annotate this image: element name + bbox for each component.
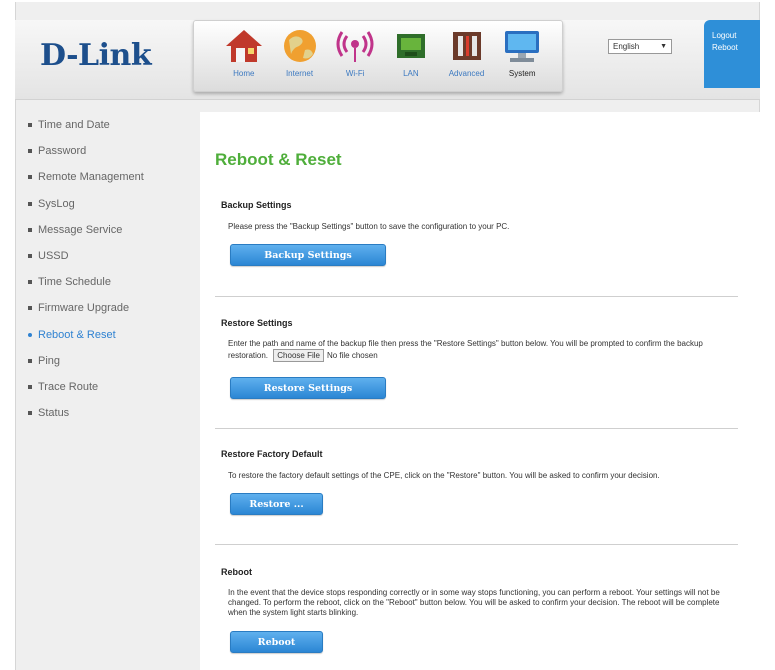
bullet-icon [28, 332, 32, 337]
bullet-icon [28, 254, 32, 259]
chevron-down-icon: ▼ [660, 43, 667, 50]
language-selected-value: English [613, 42, 640, 51]
toolbar-advanced-label: Advanced [448, 69, 485, 78]
choose-file-button[interactable]: Choose File [273, 349, 324, 362]
bullet-icon [28, 123, 32, 128]
sidebar-item-remote-management[interactable]: Remote Management [28, 164, 178, 190]
sidebar-item-label: Ping [38, 354, 61, 367]
divider [215, 544, 738, 545]
sidebar-item-label: USSD [38, 250, 69, 263]
sidebar-item-label: Message Service [38, 223, 123, 236]
lan-icon [389, 27, 433, 65]
dlink-logo: D-Link [40, 38, 152, 73]
computer-icon [500, 27, 544, 65]
toolbar-lan-label: LAN [403, 69, 419, 78]
sidebar-item-label: Remote Management [38, 171, 144, 184]
reboot-text: In the event that the device stops respo… [228, 588, 720, 617]
sidebar-item-label: Password [38, 145, 87, 158]
sidebar-item-message-service[interactable]: Message Service [28, 217, 178, 243]
sidebar-item-ping[interactable]: Ping [28, 348, 178, 374]
reboot-button[interactable]: Reboot [230, 631, 323, 653]
restore-factory-default-text: To restore the factory default settings … [228, 471, 660, 480]
toolbar-advanced-button[interactable]: Advanced [441, 27, 493, 91]
divider [215, 428, 738, 429]
restore-factory-button[interactable]: Restore ... [230, 493, 323, 515]
main-content: Reboot & Reset Backup Settings Please pr… [200, 112, 760, 670]
no-file-chosen-text: No file chosen [326, 351, 378, 360]
sidebar-item-syslog[interactable]: SysLog [28, 191, 178, 217]
bullet-icon [28, 175, 32, 180]
sidebar-item-password[interactable]: Password [28, 138, 178, 164]
restore-settings-button[interactable]: Restore Settings [230, 377, 386, 399]
sidebar-item-reboot-reset[interactable]: Reboot & Reset [28, 322, 178, 348]
sidebar-item-label: Status [38, 407, 70, 420]
language-select[interactable]: English ▼ [608, 39, 672, 54]
tools-icon [445, 27, 489, 65]
sidebar-item-label: Time Schedule [38, 276, 111, 289]
bullet-icon [28, 411, 32, 416]
sidebar-item-status[interactable]: Status [28, 400, 178, 426]
bullet-icon [28, 306, 32, 311]
toolbar-lan-button[interactable]: LAN [385, 27, 437, 91]
bullet-icon [28, 201, 32, 206]
toolbar-internet-button[interactable]: Internet [274, 27, 326, 91]
sidebar-item-label: SysLog [38, 197, 75, 210]
home-icon [222, 27, 266, 65]
toolbar-wifi-button[interactable]: Wi-Fi [329, 27, 381, 91]
restore-settings-text-block: Enter the path and name of the backup fi… [228, 339, 738, 362]
restore-settings-heading: Restore Settings [221, 318, 293, 328]
sidebar-item-label: Reboot & Reset [38, 328, 116, 341]
bullet-icon [28, 384, 32, 389]
main-toolbar: Home Internet Wi-Fi LAN Advanced System [193, 20, 563, 92]
sidebar-item-label: Time and Date [38, 119, 110, 132]
reboot-link[interactable]: Reboot [712, 42, 760, 54]
wifi-icon [333, 27, 377, 65]
sidebar-item-trace-route[interactable]: Trace Route [28, 374, 178, 400]
sidebar-item-time-and-date[interactable]: Time and Date [28, 112, 178, 138]
reboot-heading: Reboot [221, 567, 252, 577]
bullet-icon [28, 149, 32, 154]
logout-link[interactable]: Logout [712, 30, 760, 42]
toolbar-home-label: Home [233, 69, 255, 78]
toolbar-wifi-label: Wi-Fi [345, 69, 365, 78]
sidebar-item-ussd[interactable]: USSD [28, 243, 178, 269]
toolbar-home-button[interactable]: Home [218, 27, 270, 91]
divider [215, 296, 738, 297]
toolbar-internet-label: Internet [285, 69, 314, 78]
sidebar-nav: Time and Date Password Remote Management… [28, 112, 178, 426]
backup-settings-text: Please press the "Backup Settings" butto… [228, 222, 510, 231]
page-title: Reboot & Reset [215, 150, 342, 169]
account-box: Logout Reboot [704, 20, 760, 88]
sidebar-item-label: Trace Route [38, 380, 99, 393]
toolbar-system-label: System [508, 69, 536, 78]
sidebar-item-time-schedule[interactable]: Time Schedule [28, 269, 178, 295]
bullet-icon [28, 227, 32, 232]
backup-settings-button[interactable]: Backup Settings [230, 244, 386, 266]
bullet-icon [28, 358, 32, 363]
toolbar-system-button[interactable]: System [496, 27, 548, 91]
sidebar-item-label: Firmware Upgrade [38, 302, 130, 315]
restore-factory-default-heading: Restore Factory Default [221, 449, 323, 459]
backup-settings-heading: Backup Settings [221, 200, 292, 210]
bullet-icon [28, 280, 32, 285]
sidebar-item-firmware-upgrade[interactable]: Firmware Upgrade [28, 295, 178, 321]
globe-icon [278, 27, 322, 65]
